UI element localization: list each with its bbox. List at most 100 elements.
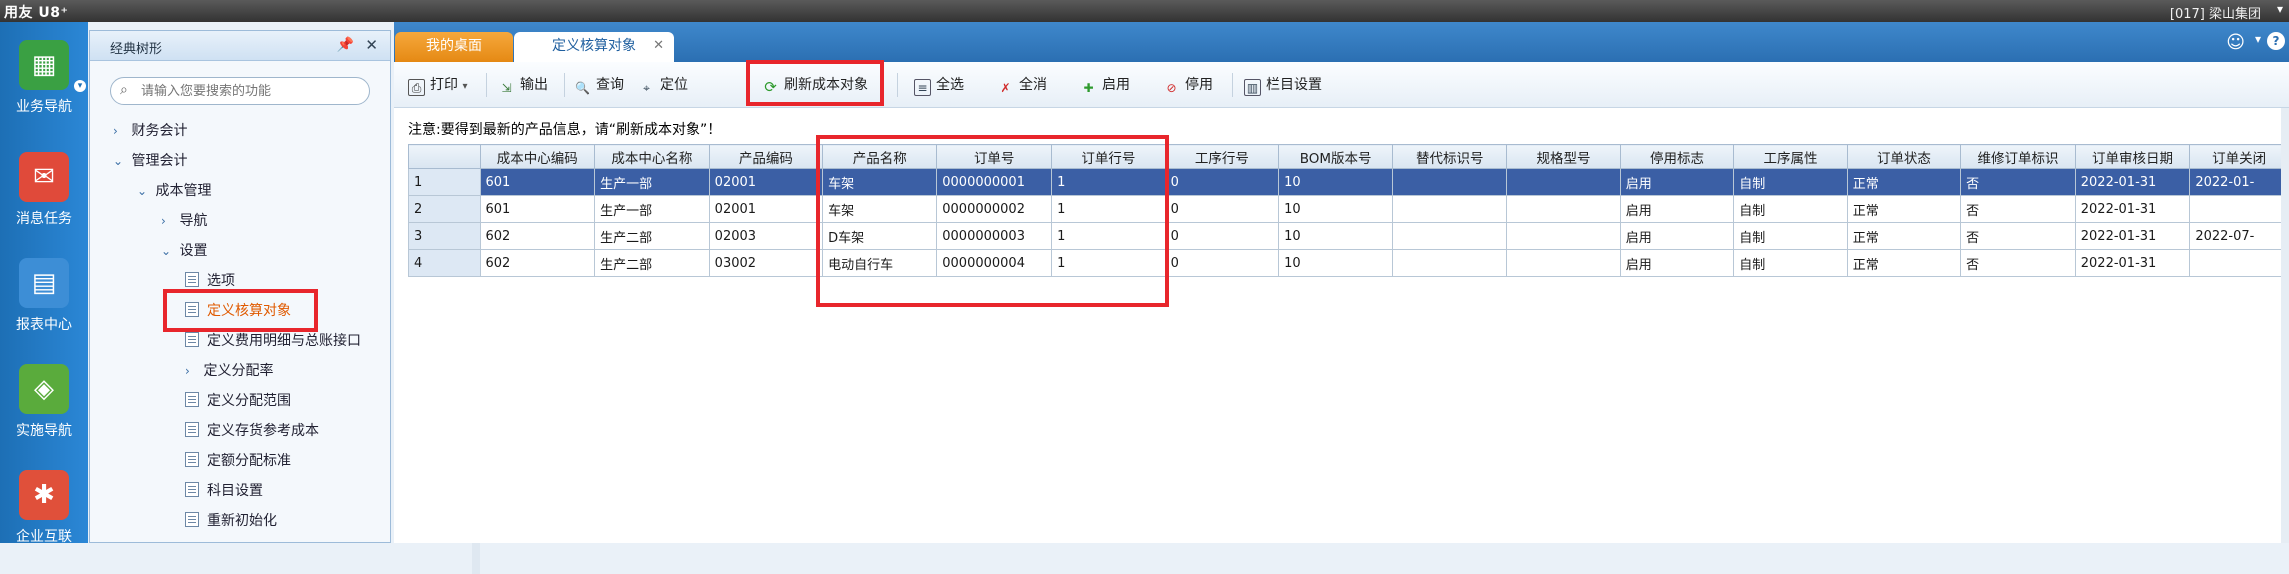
tree-node-reference-cost[interactable]: 定义存货参考成本 — [185, 420, 319, 440]
table-cell[interactable]: 自制 — [1733, 222, 1848, 250]
select-all-button[interactable]: ≡ 全选 — [914, 74, 964, 96]
table-cell[interactable]: 10 — [1278, 168, 1394, 196]
table-cell[interactable]: 2022-01-31 — [2074, 222, 2191, 250]
table-cell[interactable]: 启用 — [1619, 168, 1735, 196]
collapse-rail-icon[interactable]: ▾ — [74, 80, 86, 92]
close-icon[interactable]: ✕ — [365, 36, 378, 54]
column-header[interactable]: 产品编码 — [708, 144, 824, 169]
table-cell[interactable] — [1392, 168, 1508, 196]
table-cell[interactable]: 2022-01- — [2189, 168, 2289, 196]
tree-node-cost-management[interactable]: ⌄ 成本管理 — [137, 180, 211, 200]
rail-item-reports[interactable]: ▤ 报表中心 — [0, 258, 88, 334]
table-cell[interactable]: 正常 — [1846, 249, 1962, 277]
table-row[interactable]: 4 602 生产二部 03002 电动自行车 0000000004 1 0 10 启用 自制 正常否 2… — [408, 249, 2289, 277]
table-cell[interactable]: 启用 — [1619, 222, 1735, 250]
tree-node-options[interactable]: 选项 — [185, 270, 235, 290]
tree-node-management-accounting[interactable]: ⌄ 管理会计 — [113, 150, 187, 170]
table-cell[interactable] — [1392, 195, 1508, 223]
table-cell[interactable] — [1506, 168, 1621, 196]
table-cell[interactable]: 0 — [1164, 168, 1280, 196]
table-cell[interactable]: 否 — [1960, 168, 2076, 196]
enable-button[interactable]: ✚ 启用 — [1080, 74, 1130, 96]
pin-icon[interactable]: 📌 — [337, 37, 354, 53]
column-header[interactable]: 工序属性 — [1733, 144, 1848, 169]
rail-item-implementation[interactable]: ◈ 实施导航 — [0, 364, 88, 440]
column-header[interactable]: 成本中心名称 — [594, 144, 710, 169]
tree-node-navigation[interactable]: › 导航 — [161, 210, 207, 230]
table-cell[interactable]: 生产一部 — [594, 195, 710, 223]
table-cell[interactable]: 0 — [1164, 195, 1280, 223]
chevron-down-icon[interactable]: ▾ — [462, 81, 467, 92]
tree-node-quota-standard[interactable]: 定额分配标准 — [185, 450, 291, 470]
table-cell[interactable]: 正常 — [1846, 168, 1962, 196]
column-header[interactable]: 订单关闭 — [2189, 144, 2289, 169]
table-cell[interactable]: 0 — [1164, 249, 1280, 277]
table-cell[interactable]: 自制 — [1733, 195, 1848, 223]
table-cell[interactable]: 02003 — [708, 222, 824, 250]
row-number-cell[interactable]: 1 — [408, 168, 481, 196]
table-cell[interactable]: 否 — [1960, 195, 2076, 223]
table-cell[interactable] — [1506, 249, 1621, 277]
locate-button[interactable]: ⌖ 定位 — [638, 74, 688, 96]
table-cell[interactable]: 正常 — [1846, 222, 1962, 250]
row-number-cell[interactable]: 2 — [408, 195, 481, 223]
column-header[interactable]: 停用标志 — [1619, 144, 1735, 169]
print-button[interactable]: ⎙ 打印 ▾ — [408, 74, 467, 96]
chevron-down-icon[interactable]: ▾ — [2277, 2, 2283, 16]
table-cell[interactable]: 2022-07- — [2189, 222, 2289, 250]
column-header[interactable]: 订单审核日期 — [2074, 144, 2191, 169]
column-header[interactable]: 替代标识号 — [1392, 144, 1508, 169]
column-header[interactable]: 规格型号 — [1506, 144, 1621, 169]
column-header[interactable]: BOM版本号 — [1278, 144, 1394, 169]
help-icon[interactable]: ? — [2267, 32, 2285, 50]
table-cell[interactable]: 10 — [1278, 195, 1394, 223]
rail-item-enterprise[interactable]: ✱ 企业互联 — [0, 470, 88, 546]
tree-node-allocation-range[interactable]: 定义分配范围 — [185, 390, 291, 410]
table-cell[interactable]: 0 — [1164, 222, 1280, 250]
table-cell[interactable]: 自制 — [1733, 249, 1848, 277]
rail-item-messages[interactable]: ✉ 消息任务 — [0, 152, 88, 228]
table-row[interactable]: 1 601 生产一部 02001 车架 0000000001 1 0 10 启用 自制 正常否 2022… — [408, 168, 2289, 196]
tree-node-allocation-rate[interactable]: › 定义分配率 — [185, 360, 273, 380]
column-settings-button[interactable]: ▥ 栏目设置 — [1244, 74, 1322, 96]
vertical-scrollbar[interactable] — [2281, 108, 2289, 543]
table-cell[interactable]: 启用 — [1619, 249, 1735, 277]
table-cell[interactable]: 2022-01-31 — [2074, 168, 2191, 196]
query-button[interactable]: 🔍 查询 — [574, 74, 624, 96]
table-cell[interactable]: 自制 — [1733, 168, 1848, 196]
table-cell[interactable]: 否 — [1960, 222, 2076, 250]
export-button[interactable]: ⇲ 输出 — [498, 74, 548, 96]
table-cell[interactable]: 启用 — [1619, 195, 1735, 223]
table-cell[interactable]: 03002 — [708, 249, 824, 277]
column-header[interactable]: 维修订单标识 — [1960, 144, 2076, 169]
chevron-down-icon[interactable]: ▾ — [2255, 32, 2261, 46]
search-input[interactable] — [141, 82, 361, 100]
row-number-header[interactable] — [408, 144, 481, 169]
table-cell[interactable]: 601 — [479, 195, 596, 223]
table-cell[interactable] — [1506, 222, 1621, 250]
disable-button[interactable]: ⊘ 停用 — [1163, 74, 1213, 96]
column-header[interactable]: 订单状态 — [1846, 144, 1962, 169]
table-cell[interactable]: 2022-01-31 — [2074, 195, 2191, 223]
table-cell[interactable] — [2189, 195, 2289, 223]
table-row[interactable]: 2 601 生产一部 02001 车架 0000000002 1 0 10 启用 自制 正常否 2022… — [408, 195, 2289, 223]
table-cell[interactable]: 生产二部 — [594, 249, 710, 277]
table-cell[interactable]: 10 — [1278, 249, 1394, 277]
table-cell[interactable]: 602 — [479, 222, 596, 250]
table-cell[interactable]: 2022-01-31 — [2074, 249, 2191, 277]
table-cell[interactable]: 生产二部 — [594, 222, 710, 250]
row-number-cell[interactable]: 4 — [408, 249, 481, 277]
tree-node-financial-accounting[interactable]: › 财务会计 — [113, 120, 187, 140]
table-cell[interactable] — [1392, 222, 1508, 250]
rail-item-business-nav[interactable]: ▦ 业务导航 — [0, 40, 88, 116]
deselect-all-button[interactable]: ✗ 全消 — [997, 74, 1047, 96]
table-cell[interactable]: 正常 — [1846, 195, 1962, 223]
tree-node-expense-interface[interactable]: 定义费用明细与总账接口 — [185, 330, 361, 350]
row-number-cell[interactable]: 3 — [408, 222, 481, 250]
table-cell[interactable]: 10 — [1278, 222, 1394, 250]
table-cell[interactable]: 602 — [479, 249, 596, 277]
tab-desktop[interactable]: 我的桌面 — [395, 32, 513, 62]
table-cell[interactable]: 否 — [1960, 249, 2076, 277]
tree-node-reinitialize[interactable]: 重新初始化 — [185, 510, 277, 530]
table-cell[interactable]: 601 — [479, 168, 596, 196]
